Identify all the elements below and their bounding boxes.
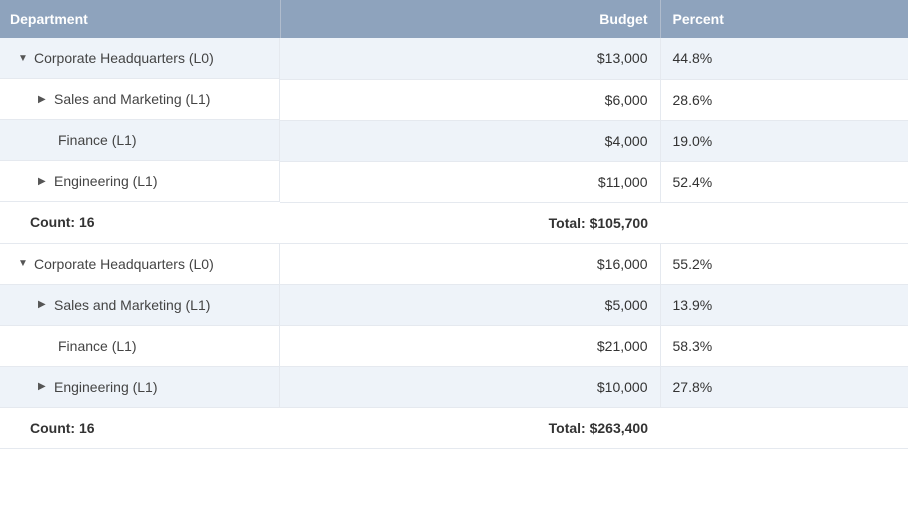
budget-cell: $4,000 [280, 120, 660, 161]
budget-cell: $11,000 [280, 161, 660, 202]
table-row[interactable]: ▶ Sales and Marketing (L1) $5,000 13.9% [0, 285, 908, 326]
header-percent[interactable]: Percent [660, 0, 908, 38]
department-label: Sales and Marketing (L1) [54, 91, 210, 107]
table-row[interactable]: ▶ Engineering (L1) $10,000 27.8% [0, 367, 908, 408]
department-label: Engineering (L1) [54, 379, 158, 395]
header-budget[interactable]: Budget [280, 0, 660, 38]
percent-cell: 19.0% [660, 120, 908, 161]
header-department[interactable]: Department [0, 0, 280, 38]
budget-cell: $21,000 [280, 326, 660, 367]
chevron-right-icon[interactable]: ▶ [38, 299, 50, 310]
budget-cell: $16,000 [280, 243, 660, 285]
table-header: Department Budget Percent [0, 0, 908, 38]
total-label: Total: $105,700 [280, 202, 660, 243]
percent-cell: 52.4% [660, 161, 908, 202]
department-label: Finance (L1) [58, 338, 137, 354]
group-header-row[interactable]: ▼ Corporate Headquarters (L0) $13,000 44… [0, 38, 908, 79]
budget-cell: $6,000 [280, 79, 660, 120]
group-summary-row: Count: 16 Total: $263,400 [0, 408, 908, 449]
empty-cell [660, 202, 908, 243]
department-label: Corporate Headquarters (L0) [34, 50, 214, 66]
percent-cell: 13.9% [660, 285, 908, 326]
budget-cell: $10,000 [280, 367, 660, 408]
chevron-right-icon[interactable]: ▶ [38, 176, 50, 187]
department-label: Sales and Marketing (L1) [54, 297, 210, 313]
percent-cell: 55.2% [660, 243, 908, 285]
chevron-right-icon[interactable]: ▶ [38, 381, 50, 392]
table-row[interactable]: ▶ Engineering (L1) $11,000 52.4% [0, 161, 908, 202]
chevron-down-icon[interactable]: ▼ [18, 258, 30, 269]
department-label: Finance (L1) [58, 132, 137, 148]
percent-cell: 28.6% [660, 79, 908, 120]
count-label: Count: 16 [0, 202, 280, 243]
group-summary-row: Count: 16 Total: $105,700 [0, 202, 908, 243]
tree-table: Department Budget Percent ▼ Corporate He… [0, 0, 908, 449]
table-row[interactable]: ▶ Sales and Marketing (L1) $6,000 28.6% [0, 79, 908, 120]
department-label: Corporate Headquarters (L0) [34, 256, 214, 272]
chevron-down-icon[interactable]: ▼ [18, 53, 30, 64]
budget-cell: $5,000 [280, 285, 660, 326]
empty-cell [660, 408, 908, 449]
percent-cell: 27.8% [660, 367, 908, 408]
table-row[interactable]: Finance (L1) $4,000 19.0% [0, 120, 908, 161]
count-label: Count: 16 [0, 408, 280, 449]
table-row[interactable]: Finance (L1) $21,000 58.3% [0, 326, 908, 367]
department-label: Engineering (L1) [54, 173, 158, 189]
budget-cell: $13,000 [280, 38, 660, 79]
group-header-row[interactable]: ▼ Corporate Headquarters (L0) $16,000 55… [0, 243, 908, 285]
chevron-right-icon[interactable]: ▶ [38, 94, 50, 105]
percent-cell: 44.8% [660, 38, 908, 79]
total-label: Total: $263,400 [280, 408, 660, 449]
percent-cell: 58.3% [660, 326, 908, 367]
